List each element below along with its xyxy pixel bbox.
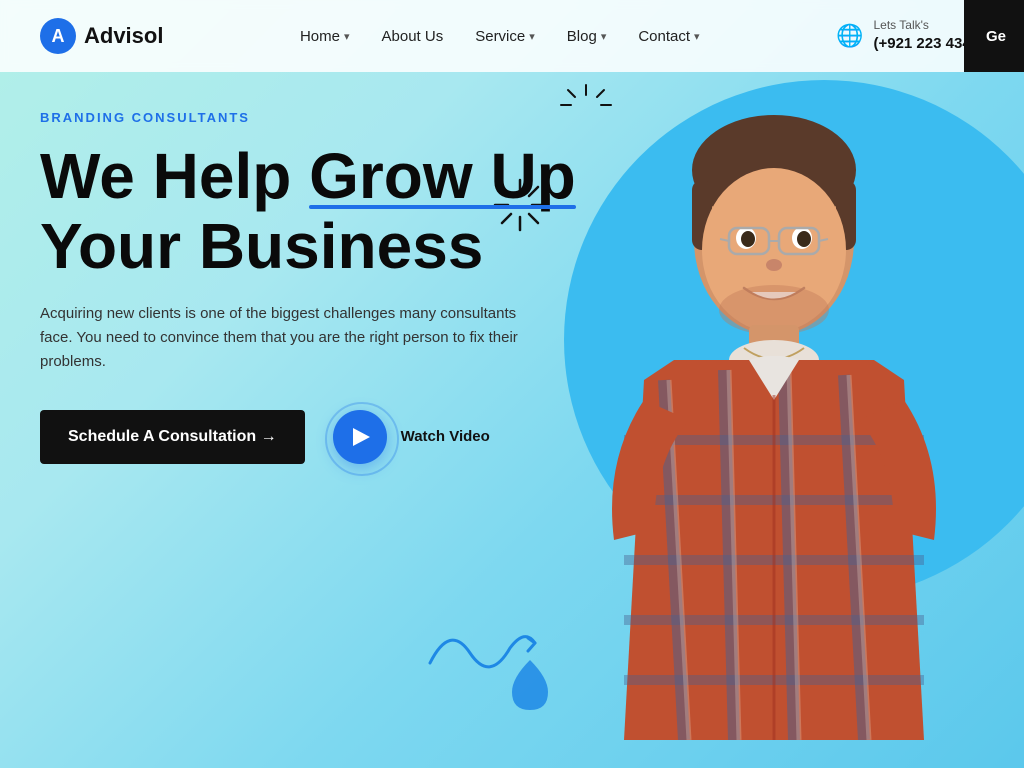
logo-icon: A [40, 18, 76, 54]
title-highlight: Grow Up [309, 141, 576, 211]
hero-title: We Help Grow Up Your Business [40, 141, 576, 282]
nav-item-service[interactable]: Service ▾ [475, 28, 535, 45]
hero-content: BRANDING CONSULTANTS We Help Grow Up You… [40, 110, 576, 464]
watch-video-group: Watch Video [333, 410, 490, 464]
chevron-down-icon: ▾ [601, 30, 607, 43]
hero-actions: Schedule A Consultation → Watch Video [40, 410, 576, 464]
nav-item-about[interactable]: About Us [382, 28, 444, 45]
hero-section: A Advisol Home ▾ About Us Service ▾ [0, 0, 1024, 768]
nav-item-home[interactable]: Home ▾ [300, 28, 350, 45]
get-button[interactable]: Ge [964, 0, 1024, 72]
navbar: A Advisol Home ▾ About Us Service ▾ [0, 0, 1024, 72]
person-svg [524, 40, 1024, 740]
chevron-down-icon: ▾ [529, 30, 535, 43]
nav-right: 🌐 Lets Talk's (+921 223 4344) [836, 18, 984, 53]
lets-talk: 🌐 Lets Talk's (+921 223 4344) [836, 18, 984, 53]
nav-item-contact[interactable]: Contact ▾ [638, 28, 699, 45]
hero-description: Acquiring new clients is one of the bigg… [40, 302, 540, 374]
nav-links: Home ▾ About Us Service ▾ Blog ▾ [300, 28, 700, 45]
hero-person-image [524, 40, 1024, 740]
play-button[interactable] [333, 410, 387, 464]
globe-icon: 🌐 [836, 23, 863, 49]
nav-item-blog[interactable]: Blog ▾ [567, 28, 607, 45]
schedule-consultation-button[interactable]: Schedule A Consultation → [40, 410, 305, 464]
chevron-down-icon: ▾ [344, 30, 350, 43]
watch-label: Watch Video [401, 428, 490, 445]
logo-area: A Advisol [40, 18, 163, 54]
branding-label: BRANDING CONSULTANTS [40, 110, 576, 125]
chevron-down-icon: ▾ [694, 30, 700, 43]
logo-name: Advisol [84, 23, 163, 49]
squiggle-decoration [420, 613, 540, 688]
